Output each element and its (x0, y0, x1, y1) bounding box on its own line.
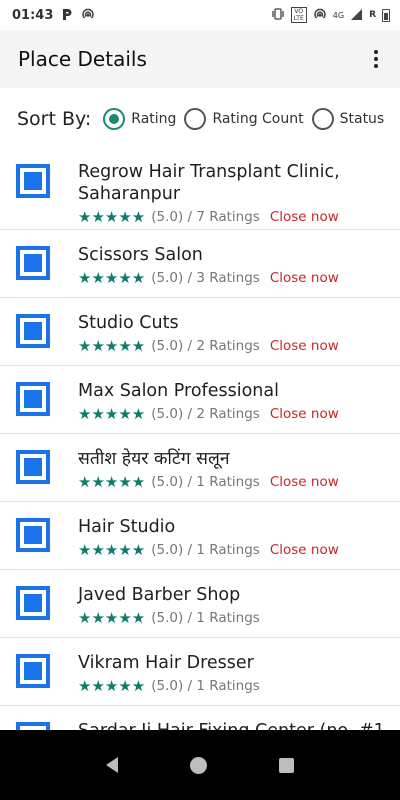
status-text: Close now (269, 209, 339, 225)
sort-option-label: Status (339, 111, 385, 127)
place-icon (16, 518, 50, 552)
hotspot-icon (81, 7, 95, 23)
status-text: Close now (269, 474, 339, 490)
parking-icon (61, 8, 73, 23)
status-left: 01:43 (12, 7, 95, 23)
place-icon (16, 314, 50, 348)
place-meta: ★★★★★ (5.0) / 1 Ratings Close now (78, 473, 339, 491)
place-meta: ★★★★★ (5.0) / 1 Ratings (78, 609, 270, 627)
star-rating-icon: ★★★★★ (78, 473, 146, 491)
place-icon (16, 164, 50, 198)
place-icon (16, 654, 50, 688)
sort-row: Sort By: Rating Rating Count Status (0, 100, 400, 138)
hotspot-icon (313, 7, 327, 23)
list-item[interactable]: Sardar Ji Hair Fixing Center (no. #1 (0, 706, 400, 730)
list-item[interactable]: Hair Studio ★★★★★ (5.0) / 1 Ratings Clos… (0, 502, 400, 570)
rating-text: (5.0) / 2 Ratings (151, 338, 260, 354)
place-meta: ★★★★★ (5.0) / 1 Ratings (78, 677, 270, 695)
status-right: VO LTE 4G R (271, 7, 390, 23)
star-rating-icon: ★★★★★ (78, 337, 146, 355)
back-icon[interactable] (106, 757, 118, 773)
star-rating-icon: ★★★★★ (78, 541, 146, 559)
list-item[interactable]: Javed Barber Shop ★★★★★ (5.0) / 1 Rating… (0, 570, 400, 638)
rating-text: (5.0) / 1 Ratings (151, 474, 260, 490)
place-icon (16, 722, 50, 730)
recents-icon[interactable] (279, 757, 294, 773)
place-name: Studio Cuts (78, 313, 179, 333)
place-name: Sardar Ji Hair Fixing Center (no. #1 (78, 720, 392, 730)
place-meta: ★★★★★ (5.0) / 2 Ratings Close now (78, 405, 339, 423)
list-item[interactable]: Studio Cuts ★★★★★ (5.0) / 2 Ratings Clos… (0, 298, 400, 366)
navigation-bar (0, 730, 400, 800)
place-name: Javed Barber Shop (78, 585, 241, 605)
radio-button-checked[interactable] (103, 108, 126, 130)
star-rating-icon: ★★★★★ (78, 405, 146, 423)
star-rating-icon: ★★★★★ (78, 208, 146, 226)
network-type: 4G (332, 10, 345, 20)
vibrate-icon (271, 8, 285, 22)
sort-option-label: Rating Count (212, 111, 304, 127)
list-item[interactable]: Vikram Hair Dresser ★★★★★ (5.0) / 1 Rati… (0, 638, 400, 706)
status-bar: 01:43 VO LTE 4G R (0, 0, 400, 30)
place-icon (16, 382, 50, 416)
place-name: Vikram Hair Dresser (78, 653, 254, 673)
status-time: 01:43 (12, 7, 54, 23)
sort-option-status[interactable]: Status (311, 108, 385, 130)
list-item[interactable]: सतीश हेयर कटिंग सलून ★★★★★ (5.0) / 1 Rat… (0, 434, 400, 502)
rating-text: (5.0) / 1 Ratings (151, 542, 260, 558)
place-icon (16, 586, 50, 620)
radio-button[interactable] (184, 108, 207, 130)
rating-text: (5.0) / 3 Ratings (151, 270, 260, 286)
sort-option-rating[interactable]: Rating (103, 108, 176, 130)
list-item[interactable]: Scissors Salon ★★★★★ (5.0) / 3 Ratings C… (0, 230, 400, 298)
signal-icon (350, 8, 363, 23)
volte-badge: VO LTE (290, 7, 307, 23)
sort-option-label: Rating (131, 111, 177, 127)
place-meta: ★★★★★ (5.0) / 3 Ratings Close now (78, 269, 339, 287)
sort-option-rating-count[interactable]: Rating Count (184, 108, 304, 130)
place-name: Regrow Hair Transplant Clinic, Saharanpu… (78, 162, 340, 204)
home-icon[interactable] (190, 756, 207, 774)
place-name: Scissors Salon (78, 245, 203, 265)
place-icon (16, 246, 50, 280)
rating-text: (5.0) / 1 Ratings (151, 678, 260, 694)
roaming-indicator: R (369, 10, 376, 20)
app-bar: Place Details (0, 30, 400, 88)
place-name: सतीश हेयर कटिंग सलून (78, 449, 230, 469)
rating-text: (5.0) / 2 Ratings (151, 406, 260, 422)
star-rating-icon: ★★★★★ (78, 609, 146, 627)
place-icon (16, 450, 50, 484)
place-meta: ★★★★★ (5.0) / 1 Ratings Close now (78, 541, 339, 559)
place-meta: ★★★★★ (5.0) / 7 Ratings Close now (78, 208, 339, 226)
rating-text: (5.0) / 7 Ratings (151, 209, 260, 225)
page-title: Place Details (18, 47, 147, 71)
star-rating-icon: ★★★★★ (78, 269, 146, 287)
status-text: Close now (269, 542, 339, 558)
list-item[interactable]: Regrow Hair Transplant Clinic, Saharanpu… (0, 150, 400, 230)
status-text: Close now (269, 406, 339, 422)
status-text: Close now (269, 338, 339, 354)
sort-label: Sort By: (17, 108, 92, 130)
battery-icon (382, 8, 390, 22)
place-name: Max Salon Professional (78, 381, 279, 401)
rating-text: (5.0) / 1 Ratings (151, 610, 260, 626)
star-rating-icon: ★★★★★ (78, 677, 146, 695)
more-vert-icon[interactable] (364, 47, 388, 71)
status-text: Close now (269, 270, 339, 286)
place-meta: ★★★★★ (5.0) / 2 Ratings Close now (78, 337, 339, 355)
places-list[interactable]: Regrow Hair Transplant Clinic, Saharanpu… (0, 150, 400, 730)
place-name: Hair Studio (78, 517, 176, 537)
radio-button[interactable] (311, 108, 334, 130)
list-item[interactable]: Max Salon Professional ★★★★★ (5.0) / 2 R… (0, 366, 400, 434)
